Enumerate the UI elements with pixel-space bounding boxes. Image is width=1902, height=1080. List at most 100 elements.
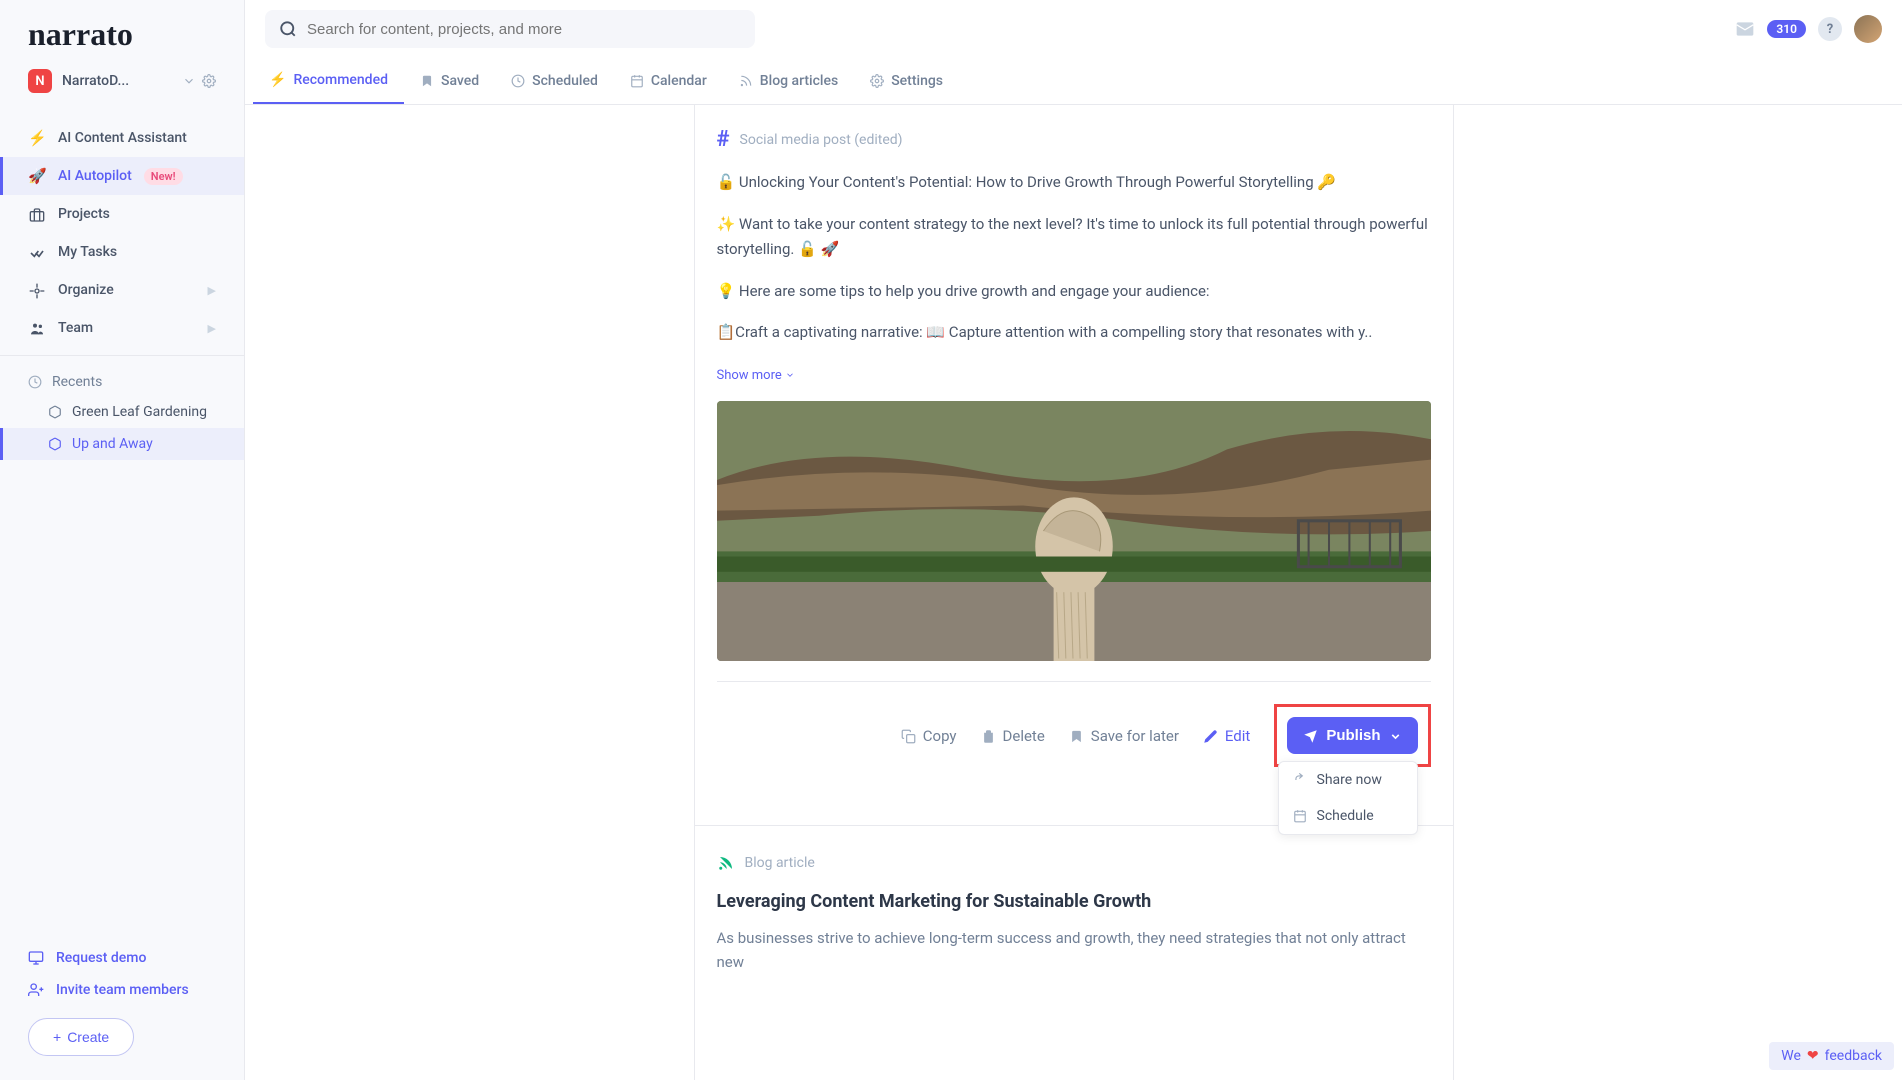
copy-label: Copy [923,727,957,745]
tab-calendar[interactable]: Calendar [614,58,723,104]
schedule-label: Schedule [1317,808,1374,824]
share-now-label: Share now [1317,772,1382,788]
tab-blog-articles[interactable]: Blog articles [723,58,854,104]
invite-team-link[interactable]: Invite team members [28,974,216,1006]
sidebar-item-ai-content[interactable]: ⚡ AI Content Assistant [0,119,244,157]
post-type-row: # Social media post (edited) [717,127,1431,152]
sidebar-item-label: Team [58,320,93,336]
tabs-bar: ⚡ Recommended Saved Scheduled Calendar B… [245,58,1902,105]
sidebar-item-label: Projects [58,206,110,222]
bookmark-icon [420,73,434,89]
feedback-button[interactable]: We ❤ feedback [1769,1042,1894,1070]
sidebar-item-team[interactable]: Team ▶ [0,309,244,347]
bookmark-icon [1069,727,1084,745]
sidebar-item-ai-autopilot[interactable]: 🚀 AI Autopilot New! [0,157,244,195]
search-icon [279,20,297,38]
tab-label: Saved [441,73,479,89]
divider [0,355,244,356]
trash-icon [981,727,996,745]
calendar-icon [630,73,644,89]
gear-icon [870,73,884,89]
blog-icon [739,73,753,89]
check-icon [28,243,46,261]
content-area: # Social media post (edited) 🔓 Unlocking… [245,105,1902,1080]
create-button[interactable]: + Create [28,1018,134,1056]
post-paragraph: 🔓 Unlocking Your Content's Potential: Ho… [717,170,1431,196]
tab-settings[interactable]: Settings [854,58,959,104]
gear-icon[interactable] [202,73,216,89]
delete-action[interactable]: Delete [981,727,1045,745]
user-avatar[interactable] [1854,15,1882,43]
publish-label: Publish [1326,727,1380,744]
chevron-down-icon [1389,727,1402,744]
sidebar-item-label: AI Content Assistant [58,130,187,146]
chevron-down-icon[interactable] [182,73,196,89]
workspace-avatar: N [28,69,52,93]
schedule-option[interactable]: Schedule [1279,798,1417,834]
post-type-label: Social media post (edited) [740,132,903,148]
blog-card: Blog article Leveraging Content Marketin… [695,825,1453,1000]
workspace-name: NarratoD... [62,73,172,89]
tab-label: Calendar [651,73,707,89]
rocket-icon: 🚀 [28,167,46,185]
clock-icon [511,73,525,89]
notification-count[interactable]: 310 [1767,20,1806,38]
topbar: 310 ? [245,0,1902,58]
post-card: # Social media post (edited) 🔓 Unlocking… [695,105,1453,785]
clock-icon [28,374,42,390]
sidebar-item-projects[interactable]: Projects [0,195,244,233]
recents-header: Recents [0,364,244,396]
sidebar-item-organize[interactable]: Organize ▶ [0,271,244,309]
share-now-option[interactable]: Share now [1279,762,1417,798]
post-actions: Copy Delete Save for later Edit [717,681,1431,767]
edit-action[interactable]: Edit [1203,727,1250,745]
post-paragraph: ✨ Want to take your content strategy to … [717,212,1431,263]
pencil-icon [1203,727,1218,745]
copy-icon [901,727,916,745]
tab-scheduled[interactable]: Scheduled [495,58,614,104]
recent-item-up-and-away[interactable]: Up and Away [0,428,244,460]
save-label: Save for later [1091,727,1179,745]
help-icon[interactable]: ? [1818,17,1842,41]
blog-icon [717,852,735,873]
heart-icon: ❤ [1807,1048,1819,1064]
workspace-selector[interactable]: N NarratoD... [0,61,244,109]
blog-type-row: Blog article [717,852,1431,873]
gear-icon [28,281,46,299]
feedback-suffix: feedback [1825,1048,1882,1064]
recents-label: Recents [52,374,102,390]
request-demo-link[interactable]: Request demo [28,941,216,973]
blog-type-label: Blog article [745,855,815,871]
publish-button[interactable]: Publish [1287,717,1417,754]
briefcase-icon [28,205,46,223]
copy-action[interactable]: Copy [901,727,957,745]
tab-label: Blog articles [760,73,838,89]
show-more-link[interactable]: Show more [717,368,796,383]
recent-item-label: Green Leaf Gardening [72,404,207,420]
recent-item-green-leaf[interactable]: Green Leaf Gardening [0,396,244,428]
feedback-prefix: We [1781,1048,1801,1064]
tab-recommended[interactable]: ⚡ Recommended [253,58,404,104]
sidebar-item-my-tasks[interactable]: My Tasks [0,233,244,271]
mail-icon[interactable] [1735,19,1755,39]
sidebar-item-label: My Tasks [58,244,117,260]
edit-label: Edit [1225,727,1250,745]
search-box[interactable] [265,10,755,48]
brand-logo[interactable]: narrato [0,0,244,61]
box-icon [48,404,62,420]
box-icon [48,436,62,452]
plus-icon: + [53,1029,61,1045]
chevron-right-icon: ▶ [208,322,216,335]
publish-highlight-box: Publish Share now Schedule [1274,704,1430,767]
tab-saved[interactable]: Saved [404,58,495,104]
bolt-icon: ⚡ [28,129,46,147]
invite-label: Invite team members [56,982,189,998]
blog-excerpt: As businesses strive to achieve long-ter… [717,926,1431,974]
save-action[interactable]: Save for later [1069,727,1179,745]
search-input[interactable] [307,21,741,38]
post-body: 🔓 Unlocking Your Content's Potential: Ho… [717,170,1431,387]
tab-label: Recommended [293,72,388,88]
sidebar-item-label: AI Autopilot [58,168,132,184]
user-plus-icon [28,982,44,998]
share-icon [1293,772,1307,788]
